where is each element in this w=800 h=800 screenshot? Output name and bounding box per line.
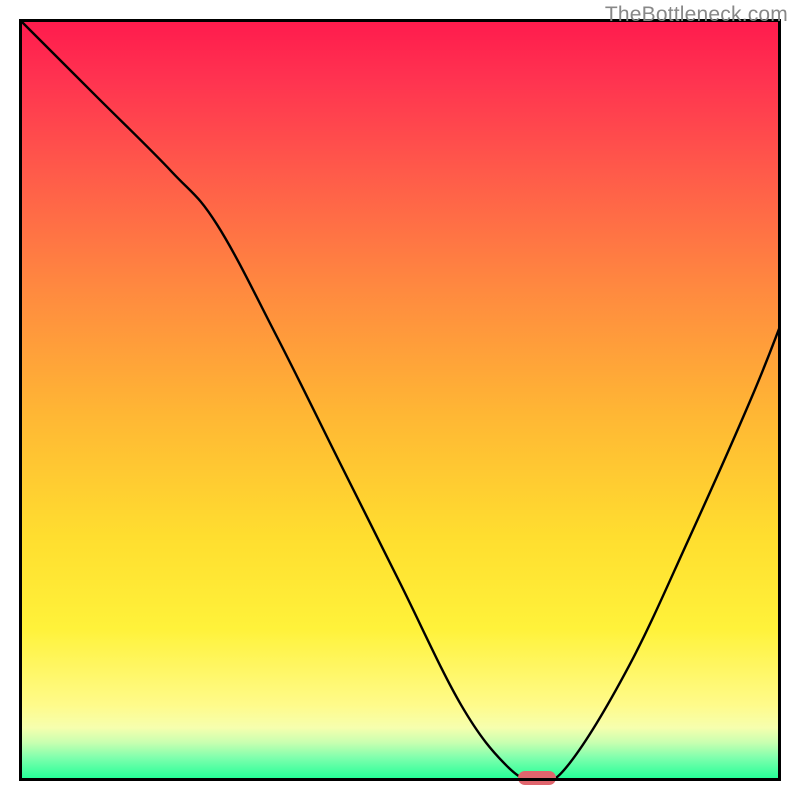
gradient-background	[19, 19, 781, 781]
chart-frame: TheBottleneck.com	[0, 0, 800, 800]
